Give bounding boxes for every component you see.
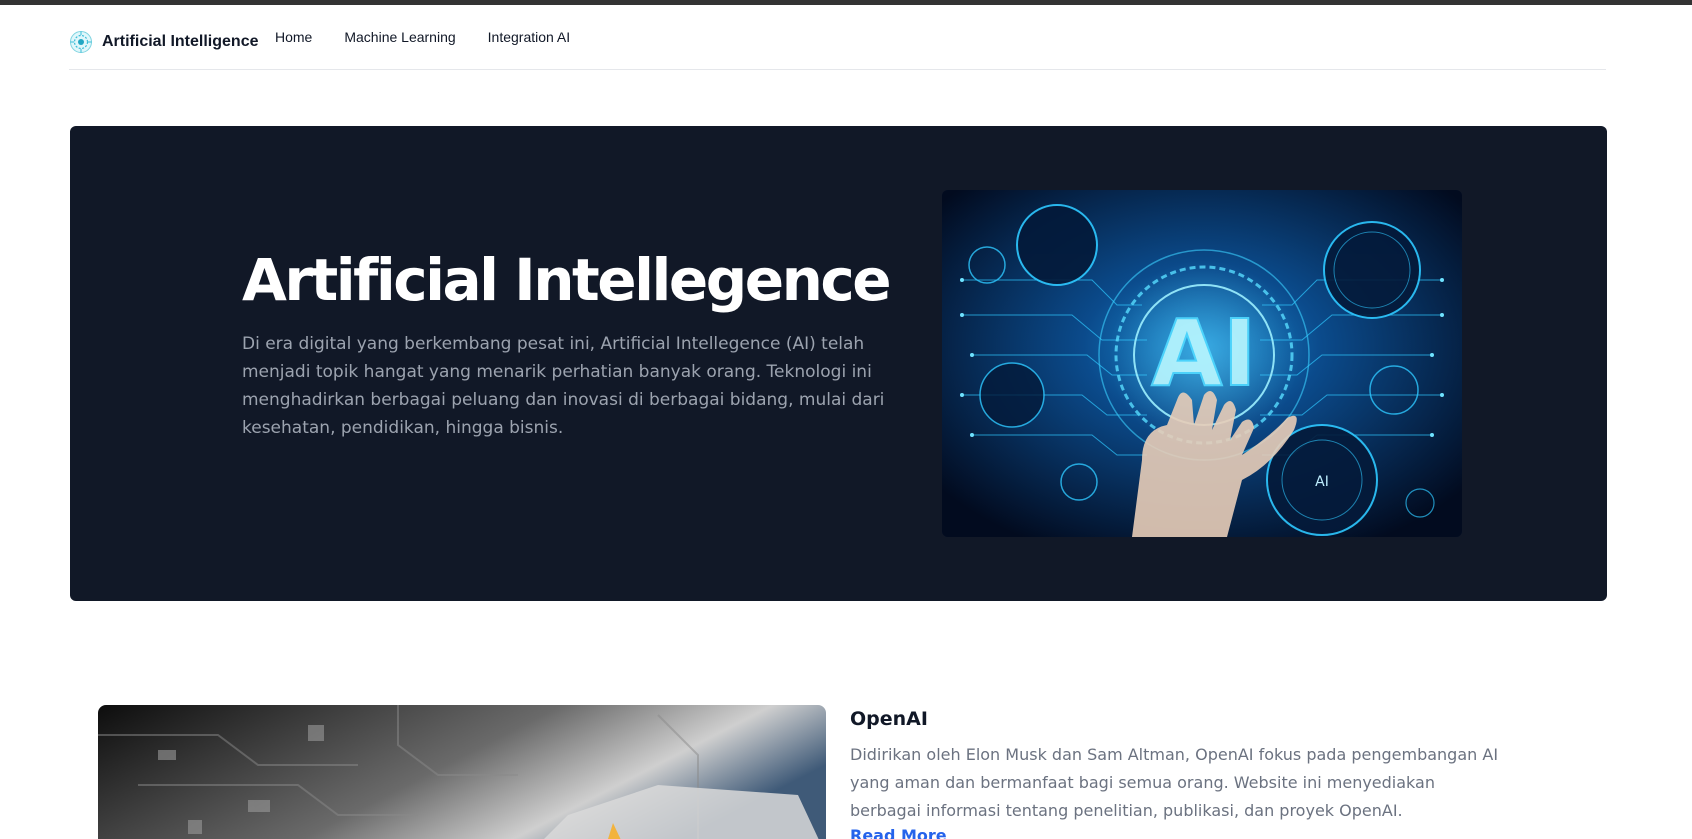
brand-name: Artificial Intelligence (102, 33, 259, 50)
hero-image-ai-badge: AI (1315, 474, 1329, 490)
hero-description: Di era digital yang berkembang pesat ini… (242, 334, 885, 438)
hero-ai-image: AI AI (942, 190, 1462, 537)
read-more-link[interactable]: Read More (850, 826, 947, 839)
nav-link-machine-learning[interactable]: Machine Learning (344, 29, 455, 45)
brain-logo-icon (70, 31, 92, 53)
openai-card-image (98, 705, 826, 839)
card-description: Didirikan oleh Elon Musk dan Sam Altman,… (850, 745, 1499, 820)
nav-links: Home Machine Learning Integration AI (275, 29, 602, 45)
hero-title: Artificial Intellegence (242, 246, 892, 314)
navbar: Artificial Intelligence Home Machine Lea… (69, 5, 1606, 70)
hero-image-ai-text: AI (1151, 300, 1256, 407)
card-title: OpenAI (850, 708, 928, 730)
nav-link-integration-ai[interactable]: Integration AI (488, 29, 571, 45)
hero-section: Artificial Intellegence Di era digital y… (70, 126, 1607, 601)
nav-link-home[interactable]: Home (275, 29, 312, 45)
brand[interactable]: Artificial Intelligence (69, 24, 258, 60)
